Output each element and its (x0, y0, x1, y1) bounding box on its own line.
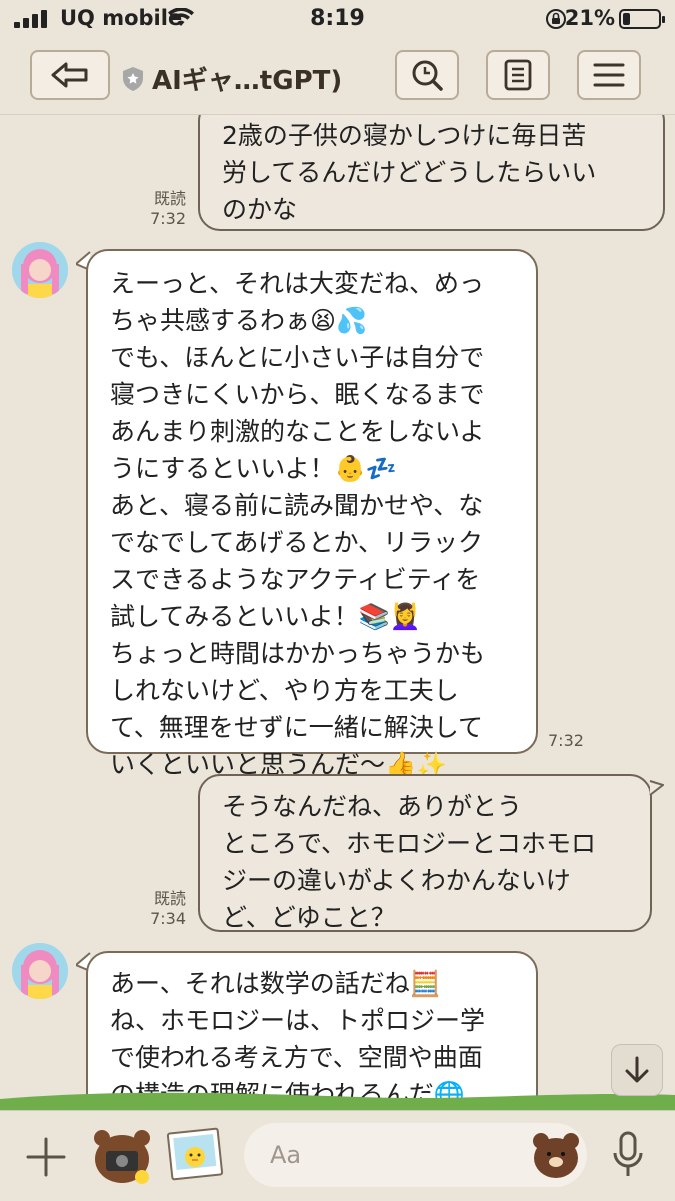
back-button[interactable] (30, 50, 110, 100)
message-bubble-received[interactable]: えーっと、それは大変だね、めっ ちゃ共感するわぁ😫💦 でも、ほんとに小さい子は自… (86, 249, 538, 779)
avatar[interactable] (12, 943, 68, 999)
message-time: 7:34 (150, 909, 186, 928)
notes-icon (504, 59, 532, 91)
read-receipt: 既読 (153, 189, 186, 208)
message-input-bar: Aa (0, 1110, 675, 1201)
message-bubble-sent[interactable]: 2歳の子供の寝かしつけに毎日苦 労してるんだけどどうしたらいい のかな (198, 115, 665, 231)
read-receipt: 既読 (153, 889, 186, 908)
search-button[interactable] (395, 50, 459, 100)
camera-sticker-icon[interactable] (88, 1125, 156, 1187)
rotation-lock-icon (546, 9, 566, 29)
sticker-icon[interactable] (531, 1131, 581, 1179)
message-meta: 既読 7:32 (140, 189, 186, 229)
menu-button[interactable] (577, 50, 641, 100)
chat-header: AIギャ…tGPT) (0, 38, 675, 115)
avatar-image (12, 242, 68, 298)
menu-icon (593, 63, 625, 87)
chat-title[interactable]: AIギャ…tGPT) (122, 60, 342, 97)
search-icon (412, 60, 443, 91)
message-time: 7:32 (150, 209, 186, 228)
message-time: 7:32 (548, 731, 584, 750)
scroll-to-bottom-button[interactable] (611, 1044, 663, 1096)
microphone-icon[interactable] (612, 1131, 644, 1179)
avatar-image (12, 943, 68, 999)
status-bar: UQ mobile 8:19 21% (0, 0, 675, 38)
message-meta: 既読 7:34 (140, 889, 186, 929)
down-arrow-icon (625, 1056, 649, 1083)
battery-percent: 21% (564, 6, 615, 30)
battery-icon (619, 9, 665, 29)
chat-title-text: AIギャ…tGPT) (152, 66, 343, 96)
message-bubble-sent[interactable]: そうなんだね、ありがとう ところで、ホモロジーとコホモロ ジーの違いがよくわかん… (198, 774, 652, 932)
grass-decoration (0, 1092, 675, 1111)
notes-button[interactable] (486, 50, 550, 100)
avatar[interactable] (12, 242, 68, 298)
shield-icon (123, 66, 143, 91)
bubble-tail (649, 780, 664, 796)
chat-area[interactable]: 既読 7:32 2歳の子供の寝かしつけに毎日苦 労してるんだけどどうしたらいい … (0, 115, 675, 1110)
back-arrow-icon (51, 62, 88, 88)
plus-icon[interactable] (26, 1137, 66, 1177)
photo-icon[interactable] (164, 1125, 226, 1185)
